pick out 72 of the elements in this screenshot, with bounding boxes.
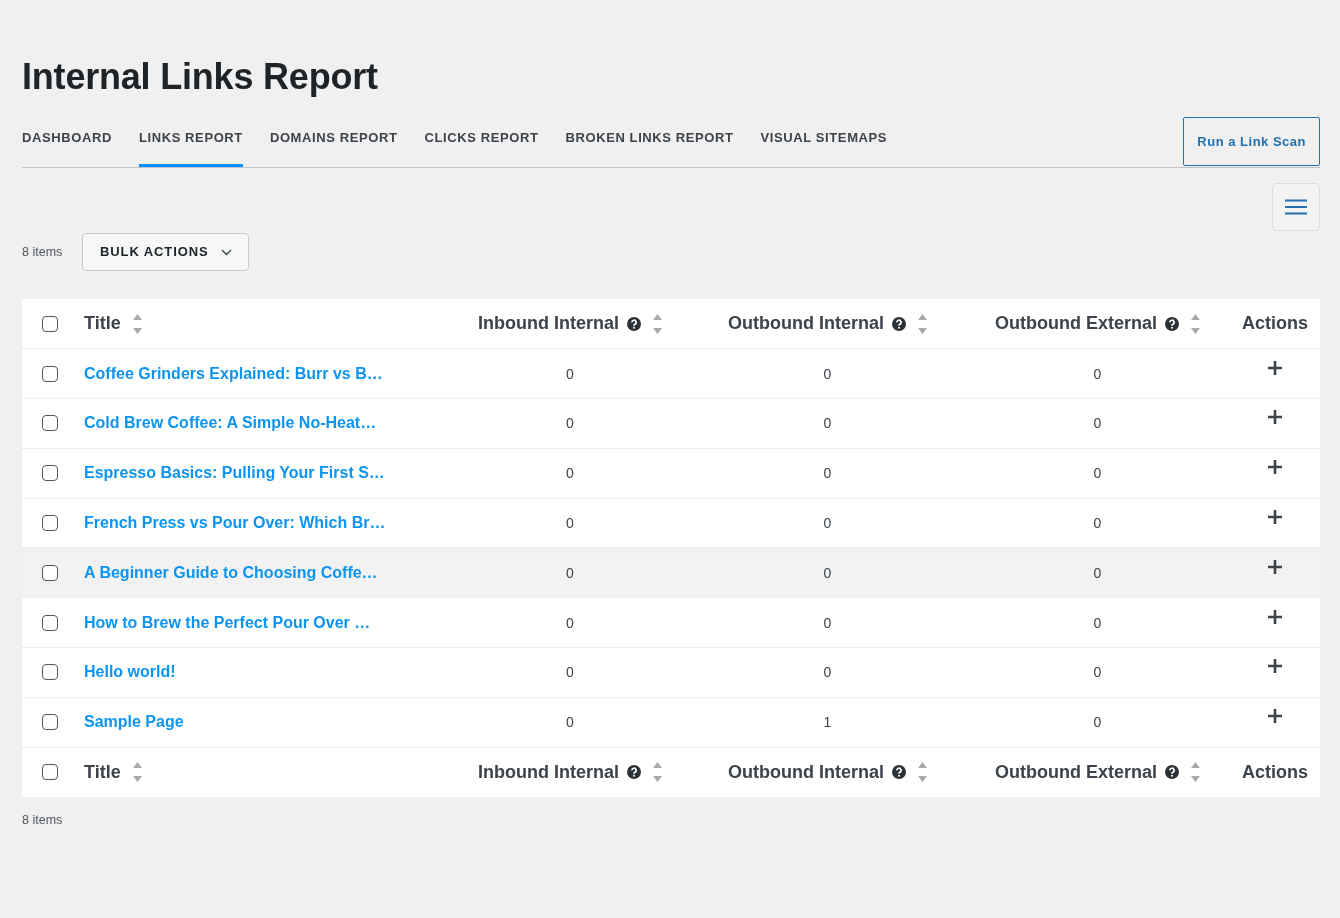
plus-icon[interactable]	[1268, 559, 1282, 574]
count-value: 0	[1093, 614, 1102, 631]
nav-tab[interactable]: VISUAL SITEMAPS	[760, 129, 888, 167]
plus-icon[interactable]	[1268, 460, 1282, 475]
column-heading[interactable]: Inbound Internal	[478, 758, 619, 786]
count-value: 0	[823, 365, 832, 382]
item-count: 8 items	[22, 811, 63, 829]
menu-icon	[1285, 199, 1307, 215]
count-value: 0	[823, 515, 832, 532]
help-icon[interactable]	[1165, 316, 1179, 331]
help-icon[interactable]	[892, 316, 906, 331]
column-heading[interactable]: Title	[84, 310, 121, 338]
select-checkbox[interactable]	[42, 664, 58, 681]
plus-icon[interactable]	[1268, 510, 1282, 525]
nav-tab[interactable]: BROKEN LINKS REPORT	[565, 129, 734, 167]
item-count: 8 items	[22, 243, 63, 261]
count-value: 0	[566, 415, 574, 432]
help-icon[interactable]	[892, 765, 906, 780]
count-value: 0	[566, 714, 574, 731]
count-value: 0	[1093, 465, 1102, 482]
column-heading[interactable]: Outbound External	[995, 310, 1157, 338]
plus-icon[interactable]	[1268, 410, 1282, 425]
count-value: 0	[566, 365, 574, 382]
column-heading: Actions	[1242, 312, 1308, 336]
nav-tab[interactable]: DOMAINS REPORT	[269, 129, 398, 167]
count-value: 0	[566, 515, 574, 532]
count-value: 0	[566, 614, 574, 631]
nav-tab[interactable]: DASHBOARD	[22, 129, 112, 167]
column-heading[interactable]: Outbound Internal	[728, 310, 884, 338]
count-value: 0	[823, 465, 832, 482]
select-checkbox[interactable]	[42, 764, 58, 781]
count-value: 0	[1093, 714, 1102, 731]
select-checkbox[interactable]	[42, 614, 58, 631]
chevron-down-icon	[220, 248, 232, 256]
count-value: 0	[1093, 564, 1102, 581]
count-value: 0	[566, 564, 574, 581]
run-scan-button[interactable]: Run a Link Scan	[1183, 117, 1320, 166]
count-value: 0	[566, 465, 574, 482]
select-checkbox[interactable]	[42, 315, 58, 332]
select-checkbox[interactable]	[42, 564, 58, 581]
select-checkbox[interactable]	[42, 465, 58, 482]
page-title: Internal Links Report	[22, 55, 379, 99]
plus-icon[interactable]	[1268, 659, 1282, 674]
count-value: 0	[823, 415, 832, 432]
nav-tab[interactable]: CLICKS REPORT	[424, 129, 539, 167]
column-heading: Actions	[1242, 760, 1308, 784]
column-heading[interactable]: Outbound Internal	[728, 758, 884, 786]
select-checkbox[interactable]	[42, 714, 58, 731]
bulk-actions-dropdown[interactable]: BULK ACTIONS	[82, 233, 250, 271]
count-value: 0	[1093, 515, 1102, 532]
count-value: 0	[823, 664, 832, 681]
menu-button[interactable]	[1272, 183, 1320, 231]
count-value: 0	[566, 664, 574, 681]
count-value: 1	[823, 714, 832, 731]
select-checkbox[interactable]	[42, 415, 58, 432]
nav-tab[interactable]: LINKS REPORT	[138, 129, 243, 167]
column-heading[interactable]: Inbound Internal	[478, 310, 619, 338]
help-icon[interactable]	[1165, 765, 1179, 780]
help-icon[interactable]	[627, 765, 641, 780]
select-checkbox[interactable]	[42, 515, 58, 532]
count-value: 0	[1093, 415, 1102, 432]
help-icon[interactable]	[627, 316, 641, 331]
count-value: 0	[823, 614, 832, 631]
select-checkbox[interactable]	[42, 365, 58, 382]
count-value: 0	[1093, 664, 1102, 681]
plus-icon[interactable]	[1268, 609, 1282, 624]
plus-icon[interactable]	[1268, 709, 1282, 724]
count-value: 0	[823, 564, 832, 581]
plus-icon[interactable]	[1268, 360, 1282, 375]
column-heading[interactable]: Title	[84, 758, 121, 786]
column-heading[interactable]: Outbound External	[995, 758, 1157, 786]
count-value: 0	[1093, 365, 1102, 382]
